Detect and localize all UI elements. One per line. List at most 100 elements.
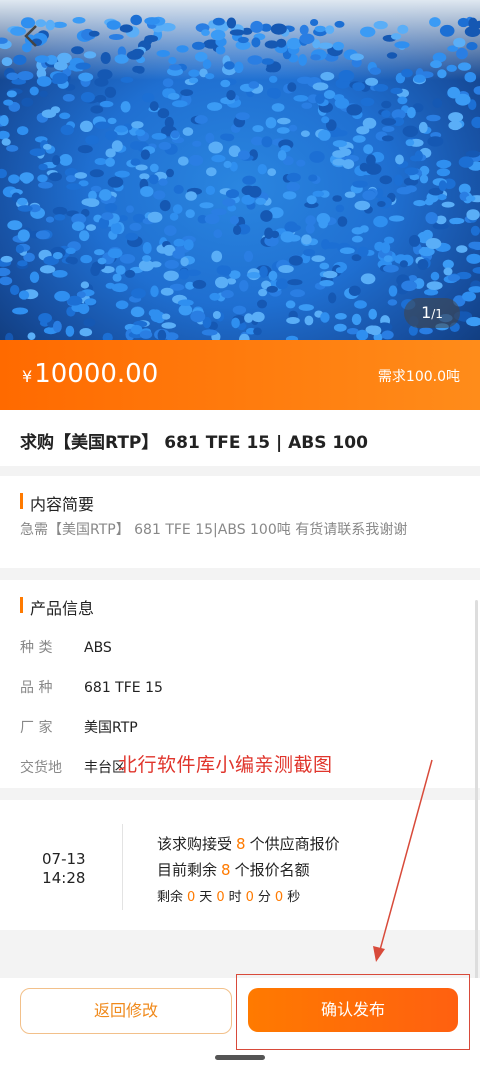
pellet xyxy=(115,300,129,310)
pellet xyxy=(53,61,68,71)
pellet xyxy=(144,17,160,25)
pellet xyxy=(177,299,194,307)
pellet xyxy=(222,198,236,207)
pellet xyxy=(17,71,34,81)
pellet xyxy=(29,148,46,157)
pellet xyxy=(266,285,278,293)
pellet xyxy=(457,17,470,28)
divider xyxy=(122,824,123,910)
pellet xyxy=(147,211,163,223)
info-row-delivery: 交货地 丰台区 xyxy=(20,757,126,777)
image-page-indicator: 1/1 xyxy=(404,298,460,328)
pellet xyxy=(180,89,194,96)
pellet xyxy=(102,332,113,340)
pellet xyxy=(180,257,189,267)
pellet xyxy=(396,187,413,195)
pellet xyxy=(110,222,122,235)
publish-datetime: 07-13 14:28 xyxy=(42,850,86,888)
pellet xyxy=(17,197,28,206)
info-key: 交货地 xyxy=(20,760,62,776)
pellet xyxy=(185,209,195,219)
pellet xyxy=(66,183,82,191)
pellet xyxy=(211,250,223,263)
pellet xyxy=(390,87,403,95)
pellet xyxy=(13,54,27,65)
pellet xyxy=(101,212,114,221)
pellet xyxy=(140,186,154,197)
pellet xyxy=(354,300,367,309)
pellet xyxy=(346,104,363,116)
pellet xyxy=(97,69,113,80)
pellet xyxy=(288,124,298,132)
pellet xyxy=(60,124,74,136)
currency-symbol: ¥ xyxy=(22,367,33,386)
pellet xyxy=(320,312,330,323)
pellet xyxy=(352,135,366,143)
text: 个供应商报价 xyxy=(249,835,340,853)
pellet xyxy=(339,247,355,254)
pellet xyxy=(344,191,356,198)
pellet xyxy=(425,212,438,224)
pellet xyxy=(257,299,267,309)
pellet xyxy=(238,150,250,161)
pellet xyxy=(334,97,350,109)
pellet xyxy=(97,257,107,265)
home-indicator[interactable] xyxy=(215,1055,265,1060)
pellet xyxy=(206,167,217,177)
pellet xyxy=(286,172,301,182)
pellet xyxy=(79,230,90,242)
pellet xyxy=(312,190,325,197)
pellet xyxy=(319,262,330,270)
pellet xyxy=(210,29,226,41)
pellet xyxy=(7,220,23,231)
info-key: 种 类 xyxy=(20,640,53,656)
pellet xyxy=(298,54,308,66)
pellet xyxy=(172,249,185,259)
pellet xyxy=(258,288,268,297)
pellet xyxy=(1,57,13,67)
pellet xyxy=(108,34,124,40)
pellet xyxy=(185,191,197,201)
pellet xyxy=(192,140,202,147)
pellet xyxy=(150,285,159,298)
pellet xyxy=(465,195,476,202)
pellet xyxy=(359,162,369,172)
pellet xyxy=(231,317,240,329)
pellet xyxy=(35,230,51,240)
pellet xyxy=(80,254,93,264)
pellet xyxy=(21,97,34,107)
pellet xyxy=(286,182,301,192)
pellet xyxy=(29,86,39,96)
scrollbar[interactable] xyxy=(475,600,478,980)
pellet xyxy=(80,92,95,103)
pellet xyxy=(287,279,303,286)
pellet xyxy=(335,204,345,213)
remaining-slots-line: 目前剩余 8 个报价名额 xyxy=(157,859,310,880)
pellet xyxy=(296,159,306,167)
pellet xyxy=(78,303,90,315)
pellet xyxy=(142,93,155,103)
back-button[interactable] xyxy=(18,22,46,50)
pellet xyxy=(383,264,399,273)
pellet xyxy=(365,77,379,86)
pellet xyxy=(107,176,124,188)
pellet xyxy=(107,248,123,259)
pellet xyxy=(54,290,70,302)
pellet xyxy=(311,255,326,262)
pellet xyxy=(150,261,162,268)
pellet xyxy=(386,52,398,59)
pellet xyxy=(373,215,388,228)
pellet xyxy=(430,60,442,69)
pellet xyxy=(472,267,480,274)
pellet xyxy=(90,264,101,276)
edit-button[interactable]: 返回修改 xyxy=(20,988,232,1034)
pellet xyxy=(352,82,365,92)
pellet xyxy=(332,195,343,202)
pellet xyxy=(248,185,262,198)
pellet xyxy=(18,290,30,300)
pellet xyxy=(318,129,331,141)
pellet xyxy=(149,163,159,173)
info-row-variety: 品 种 681 TFE 15 xyxy=(20,677,163,697)
price-amount: 10000.00 xyxy=(34,359,159,389)
pellet xyxy=(0,115,9,127)
